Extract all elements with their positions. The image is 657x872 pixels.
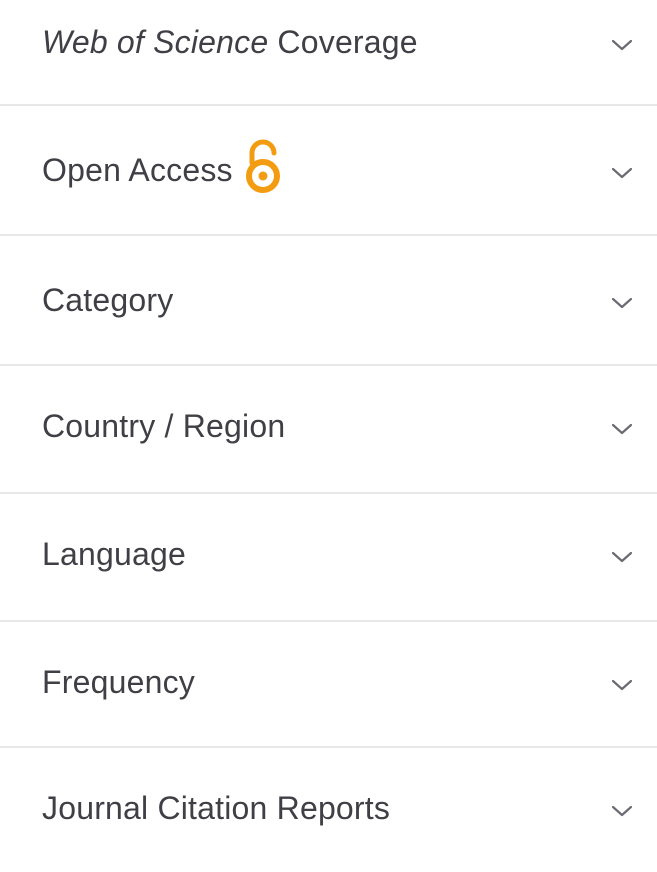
filter-label-italic: Web of Science (42, 23, 269, 60)
chevron-down-icon[interactable] (610, 804, 634, 818)
filter-label: Language (42, 535, 186, 572)
chevron-down-icon[interactable] (610, 38, 634, 52)
filter-label-wrap: Journal Citation Reports (42, 744, 390, 872)
filter-label: Category (42, 281, 174, 318)
chevron-down-icon[interactable] (610, 166, 634, 180)
open-access-lock-icon (245, 139, 280, 193)
filter-category[interactable]: Category (0, 236, 657, 364)
filter-journal-citation-reports[interactable]: Journal Citation Reports (0, 744, 657, 872)
filter-label: Web of Science Coverage (42, 24, 418, 61)
chevron-down-icon[interactable] (610, 678, 634, 692)
filter-label: Frequency (42, 663, 195, 700)
chevron-down-icon[interactable] (610, 550, 634, 564)
chevron-down-icon[interactable] (610, 422, 634, 436)
filter-frequency[interactable]: Frequency (0, 618, 657, 746)
filter-web-of-science-coverage[interactable]: Web of Science Coverage (0, 0, 657, 106)
filter-label: Country / Region (42, 407, 286, 444)
filter-label-wrap: Frequency (42, 618, 195, 746)
filter-label-rest: Coverage (268, 23, 418, 60)
chevron-down-icon[interactable] (610, 296, 634, 310)
filter-label-wrap: Category (42, 236, 173, 364)
filter-label: Journal Citation Reports (42, 789, 391, 826)
filter-label: Open Access (42, 151, 233, 188)
filter-open-access[interactable]: Open Access (0, 106, 657, 234)
filter-label-wrap: Open Access (42, 106, 283, 234)
filter-country-region[interactable]: Country / Region (0, 362, 657, 490)
filter-label-wrap: Country / Region (42, 362, 285, 490)
filter-label-wrap: Web of Science Coverage (42, 0, 418, 106)
filter-language[interactable]: Language (0, 490, 657, 618)
filter-label-wrap: Language (42, 490, 186, 618)
filter-panel: Web of Science Coverage Open Access Cate… (0, 0, 657, 840)
